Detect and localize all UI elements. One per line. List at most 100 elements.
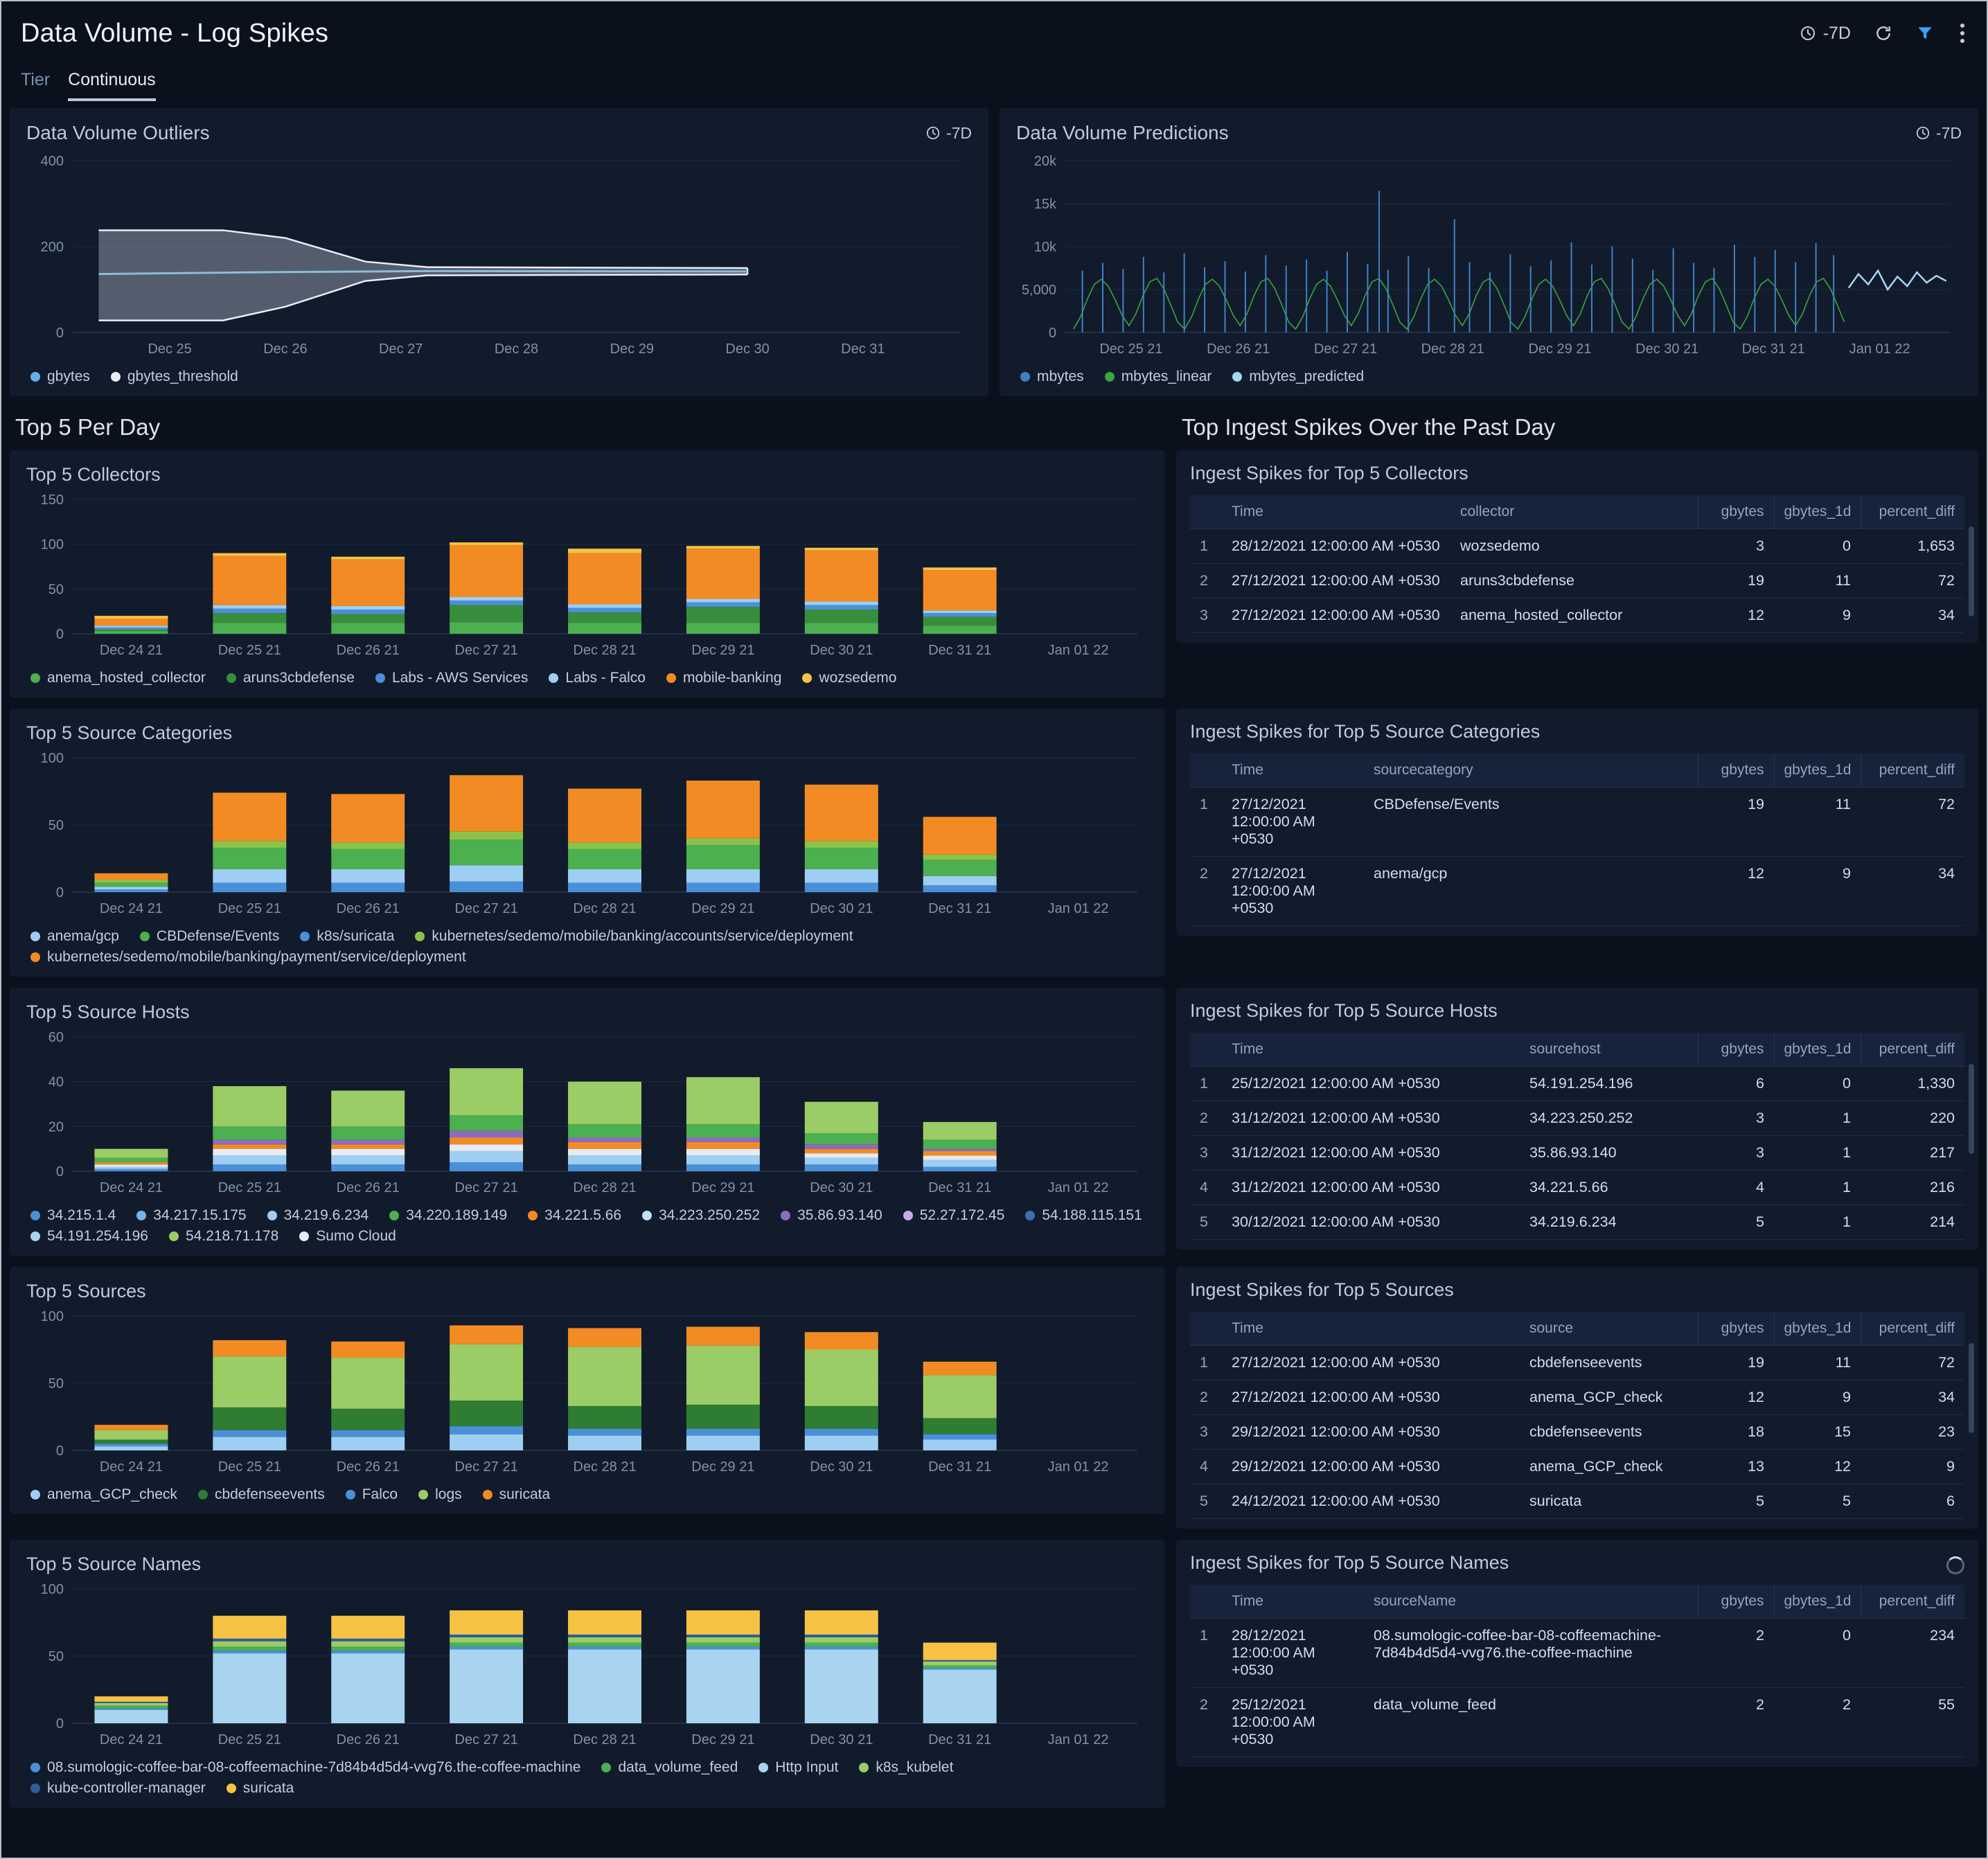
table-row[interactable]: 329/12/2021 12:00:00 AM +0530cbdefenseev… <box>1190 1415 1964 1450</box>
table-row[interactable]: 429/12/2021 12:00:00 AM +0530anema_GCP_c… <box>1190 1450 1964 1484</box>
legend-item[interactable]: mbytes_linear <box>1105 368 1212 385</box>
legend-item[interactable]: Sumo Cloud <box>299 1228 396 1245</box>
scrollbar[interactable] <box>1969 1343 1974 1433</box>
legend-item[interactable]: 34.220.189.149 <box>389 1207 507 1224</box>
cell-entity: 08.sumologic-coffee-bar-08-coffeemachine… <box>1364 1619 1698 1688</box>
column-header[interactable]: collector <box>1450 495 1698 529</box>
panel-ingest-spikes-source-categories: Ingest Spikes for Top 5 Source Categorie… <box>1176 709 1978 936</box>
column-header[interactable]: gbytes <box>1698 1312 1774 1346</box>
table-row[interactable]: 524/12/2021 12:00:00 AM +0530suricata556 <box>1190 1484 1964 1519</box>
table-row[interactable]: 331/12/2021 12:00:00 AM +053035.86.93.14… <box>1190 1136 1964 1171</box>
table-row[interactable]: 128/12/2021 12:00:00 AM +053008.sumologi… <box>1190 1619 1964 1688</box>
legend-item[interactable]: Http Input <box>758 1759 838 1776</box>
legend-item[interactable]: kubernetes/sedemo/mobile/banking/account… <box>415 928 853 945</box>
column-header[interactable]: sourcecategory <box>1364 754 1698 788</box>
column-header[interactable]: sourceName <box>1364 1585 1698 1619</box>
table-row[interactable]: 231/12/2021 12:00:00 AM +053034.223.250.… <box>1190 1101 1964 1136</box>
table-row[interactable]: 128/12/2021 12:00:00 AM +0530wozsedemo30… <box>1190 529 1964 564</box>
legend-item[interactable]: suricata <box>227 1780 294 1797</box>
table-row[interactable]: 530/12/2021 12:00:00 AM +053034.219.6.23… <box>1190 1205 1964 1240</box>
legend-item[interactable]: 34.219.6.234 <box>267 1207 369 1224</box>
legend-item[interactable]: anema/gcp <box>30 928 119 945</box>
panel-time-range[interactable]: -7D <box>925 124 972 143</box>
column-header[interactable]: gbytes <box>1698 1585 1774 1619</box>
column-header[interactable]: percent_diff <box>1861 754 1964 788</box>
legend-item[interactable]: wozsedemo <box>802 670 896 686</box>
svg-text:Dec 25 21: Dec 25 21 <box>1099 341 1162 357</box>
legend-item[interactable]: 34.221.5.66 <box>528 1207 621 1224</box>
table-row[interactable]: 225/12/2021 12:00:00 AM +0530data_volume… <box>1190 1688 1964 1757</box>
column-header[interactable]: source <box>1520 1312 1698 1346</box>
legend-item[interactable]: kubernetes/sedemo/mobile/banking/payment… <box>30 949 466 966</box>
table-row[interactable]: 227/12/2021 12:00:00 AM +0530anema/gcp12… <box>1190 857 1964 926</box>
legend-item[interactable]: 08.sumologic-coffee-bar-08-coffeemachine… <box>30 1759 580 1776</box>
column-header[interactable]: gbytes_1d <box>1774 1312 1861 1346</box>
column-header[interactable]: sourcehost <box>1520 1033 1698 1067</box>
table-row[interactable]: 127/12/2021 12:00:00 AM +0530cbdefenseev… <box>1190 1346 1964 1380</box>
legend-dot <box>267 1211 277 1220</box>
legend-dot <box>30 952 40 962</box>
legend-item[interactable]: 54.191.254.196 <box>30 1228 148 1245</box>
column-header[interactable]: percent_diff <box>1861 1585 1964 1619</box>
column-header[interactable]: Time <box>1222 754 1364 788</box>
legend-item[interactable]: gbytes <box>30 368 90 385</box>
legend-item[interactable]: aruns3cbdefense <box>227 670 355 686</box>
legend-item[interactable]: k8s/suricata <box>300 928 394 945</box>
legend-item[interactable]: Falco <box>346 1486 398 1503</box>
legend-item[interactable]: 54.218.71.178 <box>169 1228 278 1245</box>
column-header[interactable]: Time <box>1222 1585 1364 1619</box>
column-header[interactable]: gbytes <box>1698 495 1774 529</box>
table-row[interactable]: 227/12/2021 12:00:00 AM +0530aruns3cbdef… <box>1190 564 1964 598</box>
column-header[interactable]: Time <box>1222 1312 1520 1346</box>
legend-item[interactable]: anema_hosted_collector <box>30 670 206 686</box>
scrollbar[interactable] <box>1969 526 1974 616</box>
legend-item[interactable]: k8s_kubelet <box>859 1759 953 1776</box>
legend-item[interactable]: kube-controller-manager <box>30 1780 206 1797</box>
legend-item[interactable]: 34.217.15.175 <box>136 1207 246 1224</box>
legend-item[interactable]: 34.215.1.4 <box>30 1207 116 1224</box>
table-row[interactable]: 227/12/2021 12:00:00 AM +0530anema_GCP_c… <box>1190 1380 1964 1415</box>
column-header[interactable]: gbytes <box>1698 1033 1774 1067</box>
legend-item[interactable]: mbytes <box>1020 368 1084 385</box>
kebab-menu-button[interactable] <box>1958 21 1967 46</box>
column-header[interactable]: gbytes_1d <box>1774 754 1861 788</box>
column-header[interactable]: gbytes_1d <box>1774 495 1861 529</box>
svg-text:50: 50 <box>48 1649 64 1664</box>
column-header[interactable]: percent_diff <box>1861 495 1964 529</box>
legend-item[interactable]: Labs - AWS Services <box>375 670 528 686</box>
legend-item[interactable]: Labs - Falco <box>549 670 646 686</box>
panel-time-range[interactable]: -7D <box>1915 124 1962 143</box>
refresh-button[interactable] <box>1874 24 1892 42</box>
scrollbar[interactable] <box>1969 1064 1974 1154</box>
column-header[interactable]: gbytes <box>1698 754 1774 788</box>
legend-item[interactable]: 35.86.93.140 <box>781 1207 882 1224</box>
legend-item[interactable]: cbdefenseevents <box>198 1486 325 1503</box>
legend-item[interactable]: 34.223.250.252 <box>642 1207 760 1224</box>
legend-item[interactable]: anema_GCP_check <box>30 1486 177 1503</box>
tab-continuous[interactable]: Continuous <box>68 70 155 101</box>
legend-item[interactable]: gbytes_threshold <box>111 368 238 385</box>
column-header[interactable]: gbytes_1d <box>1774 1033 1861 1067</box>
table-row[interactable]: 127/12/2021 12:00:00 AM +0530CBDefense/E… <box>1190 788 1964 857</box>
legend-item[interactable]: data_volume_feed <box>601 1759 738 1776</box>
legend-item[interactable]: 52.27.172.45 <box>903 1207 1005 1224</box>
column-header[interactable]: Time <box>1222 1033 1520 1067</box>
legend-item[interactable]: mobile-banking <box>666 670 781 686</box>
cell-g1: 15 <box>1774 1415 1861 1450</box>
legend-item[interactable]: CBDefense/Events <box>140 928 279 945</box>
column-header[interactable]: gbytes_1d <box>1774 1585 1861 1619</box>
legend-item[interactable]: suricata <box>483 1486 551 1503</box>
cell-g: 4 <box>1698 1171 1774 1205</box>
legend-item[interactable]: 54.188.115.151 <box>1025 1207 1142 1224</box>
time-range-button[interactable]: -7D <box>1800 24 1851 44</box>
table-row[interactable]: 125/12/2021 12:00:00 AM +053054.191.254.… <box>1190 1067 1964 1101</box>
table-row[interactable]: 431/12/2021 12:00:00 AM +053034.221.5.66… <box>1190 1171 1964 1205</box>
column-header[interactable]: percent_diff <box>1861 1033 1964 1067</box>
column-header[interactable]: percent_diff <box>1861 1312 1964 1346</box>
legend-item[interactable]: mbytes_predicted <box>1232 368 1364 385</box>
table-row[interactable]: 327/12/2021 12:00:00 AM +0530anema_hoste… <box>1190 598 1964 633</box>
filter-button[interactable] <box>1916 24 1934 42</box>
legend-item[interactable]: logs <box>418 1486 462 1503</box>
cell-pd: 220 <box>1861 1101 1964 1136</box>
column-header[interactable]: Time <box>1222 495 1450 529</box>
